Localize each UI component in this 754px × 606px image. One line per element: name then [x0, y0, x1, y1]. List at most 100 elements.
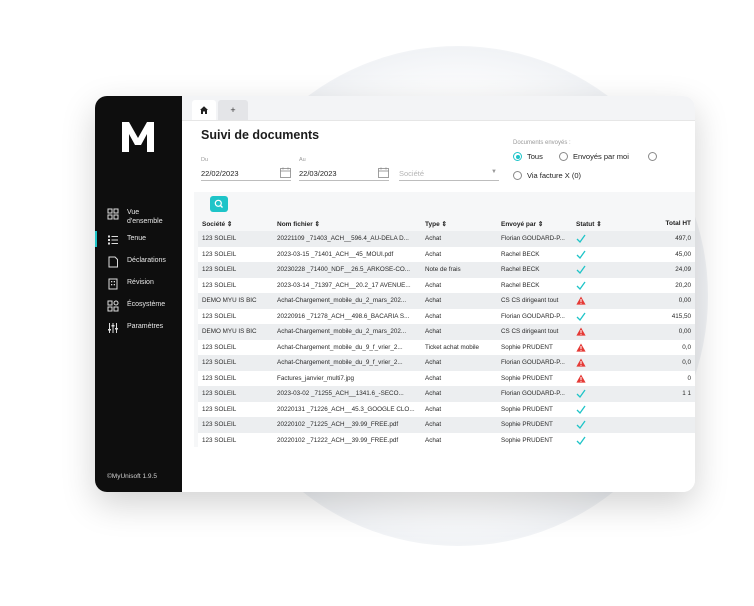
cell-envoye: Sophie PRUDENT	[497, 370, 572, 386]
cell-societe: 123 SOLEIL	[198, 386, 273, 402]
calendar-icon[interactable]	[378, 167, 389, 178]
cell-statut	[572, 262, 634, 278]
societe-placeholder: Société	[399, 168, 425, 178]
table-row[interactable]: DEMO MYU IS BIC Achat-Chargement_mobile_d…	[198, 324, 695, 340]
search-button[interactable]	[210, 196, 228, 212]
tab-home[interactable]	[192, 100, 216, 120]
cell-societe: 123 SOLEIL	[198, 370, 273, 386]
cell-fichier: 20220102 _71222_ACH__39.99_FREE.pdf	[273, 432, 421, 448]
cell-fichier: Factures_janvier_multi7.jpg	[273, 370, 421, 386]
table-row[interactable]: 123 SOLEIL 20220916 _71278_ACH__498.6_BAC…	[198, 308, 695, 324]
check-icon	[576, 234, 586, 244]
date-to-field[interactable]: 22/03/2023	[299, 166, 389, 181]
sidebar-item-ecosysteme[interactable]: Écosystème	[95, 300, 182, 312]
cell-type: Achat	[421, 308, 497, 324]
table-row[interactable]: DEMO MYU IS BIC Achat-Chargement_mobile_d…	[198, 293, 695, 309]
column-header-statut[interactable]: Statut ⇕	[572, 216, 634, 231]
cell-societe: 123 SOLEIL	[198, 262, 273, 278]
cell-statut	[572, 246, 634, 262]
sidebar-item-revision[interactable]: Révision	[95, 278, 182, 290]
cell-societe: 123 SOLEIL	[198, 339, 273, 355]
radio-extra[interactable]	[648, 152, 662, 161]
table-row[interactable]: 123 SOLEIL 20220131 _71226_ACH__45.3_GOOG…	[198, 401, 695, 417]
cell-fichier: 2023-03-02 _71255_ACH__1341.6_-SECO...	[273, 386, 421, 402]
cell-fichier: Achat-Chargement_mobile_du_2_mars_202...	[273, 324, 421, 340]
check-icon	[576, 250, 586, 259]
warning-icon	[576, 327, 586, 336]
cell-societe: 123 SOLEIL	[198, 355, 273, 371]
radio-sent-by-me[interactable]: Envoyés par moi	[559, 152, 629, 161]
table-row[interactable]: 123 SOLEIL Achat-Chargement_mobile_du_9_f…	[198, 339, 695, 355]
column-header-societe[interactable]: Société ⇕	[198, 216, 273, 231]
cell-type: Achat	[421, 355, 497, 371]
cell-total: 24,09	[634, 262, 695, 278]
table-row[interactable]: 123 SOLEIL 20221109 _71403_ACH__596.4_AU-…	[198, 231, 695, 247]
sidebar-item-label: Déclarations	[127, 257, 166, 264]
table-row[interactable]: 123 SOLEIL 20220102 _71222_ACH__39.99_FRE…	[198, 432, 695, 448]
cell-type: Achat	[421, 246, 497, 262]
column-header-envoye[interactable]: Envoyé par ⇕	[497, 216, 572, 231]
cell-envoye: Sophie PRUDENT	[497, 339, 572, 355]
table-row[interactable]: 123 SOLEIL 2023-03-14 _71397_ACH__20.2_17…	[198, 277, 695, 293]
add-tab-button[interactable]: +	[218, 100, 248, 120]
radio-facture-x[interactable]: Via facture X (0)	[513, 171, 581, 180]
societe-select[interactable]: Société ▼	[399, 166, 499, 181]
cell-total	[634, 432, 695, 448]
cell-total: 415,50	[634, 308, 695, 324]
column-header-type[interactable]: Type ⇕	[421, 216, 497, 231]
grid-icon	[107, 208, 119, 220]
column-header-total[interactable]: Total HT	[634, 216, 695, 231]
cell-envoye: Rachel BECK	[497, 246, 572, 262]
cell-type: Ticket achat mobile	[421, 339, 497, 355]
cell-type: Achat	[421, 370, 497, 386]
document-icon	[108, 256, 118, 268]
calendar-icon[interactable]	[280, 167, 291, 178]
cell-societe: 123 SOLEIL	[198, 246, 273, 262]
radio-sent-by-me-label: Envoyés par moi	[573, 152, 629, 161]
cell-type: Achat	[421, 401, 497, 417]
cell-statut	[572, 293, 634, 309]
check-icon	[576, 312, 586, 321]
sidebar-item-declarations[interactable]: Déclarations	[95, 256, 182, 268]
table-row[interactable]: 123 SOLEIL 2023-03-02 _71255_ACH__1341.6_…	[198, 386, 695, 402]
cell-societe: 123 SOLEIL	[198, 277, 273, 293]
cell-type: Achat	[421, 277, 497, 293]
radio-facture-x-label: Via facture X (0)	[527, 171, 582, 180]
cell-envoye: Florian GOUDARD-P...	[497, 231, 572, 247]
table-row[interactable]: 123 SOLEIL 20220102 _71225_ACH__39.99_FRE…	[198, 417, 695, 433]
table-row[interactable]: 123 SOLEIL 2023-03-15 _71401_ACH__45_MOUI…	[198, 246, 695, 262]
column-header-fichier[interactable]: Nom fichier ⇕	[273, 216, 421, 231]
cell-type: Note de frais	[421, 262, 497, 278]
table-row[interactable]: 123 SOLEIL Achat-Chargement_mobile_du_9_f…	[198, 355, 695, 371]
table-row[interactable]: 123 SOLEIL 20230228 _71400_NDF__26.5_ARKO…	[198, 262, 695, 278]
documents-sent-label: Documents envoyés :	[513, 140, 571, 146]
cell-fichier: 20230228 _71400_NDF__26.5_ARKOSE-CO...	[273, 262, 421, 278]
cell-societe: DEMO MYU IS BIC	[198, 293, 273, 309]
sidebar-item-parametres[interactable]: Paramètres	[95, 322, 182, 334]
radio-selected-icon	[513, 152, 522, 161]
app-window: Vue d'ensemble Tenue Déclarations Révisio…	[95, 96, 695, 492]
cell-type: Achat	[421, 231, 497, 247]
date-to-value: 22/03/2023	[299, 168, 337, 178]
cell-societe: 123 SOLEIL	[198, 231, 273, 247]
cell-statut	[572, 324, 634, 340]
cell-total: 0,0	[634, 355, 695, 371]
cell-fichier: 20221109 _71403_ACH__596.4_AU-DELA D...	[273, 231, 421, 247]
table-row[interactable]: 123 SOLEIL Factures_janvier_multi7.jpg Ach…	[198, 370, 695, 386]
cell-total: 0,0	[634, 339, 695, 355]
radio-unselected-icon	[648, 152, 657, 161]
radio-all[interactable]: Tous	[513, 152, 543, 161]
app-version: ©MyUnisoft 1.9.5	[107, 473, 157, 480]
cell-fichier: 20220102 _71225_ACH__39.99_FREE.pdf	[273, 417, 421, 433]
cell-fichier: 20220916 _71278_ACH__498.6_BACARIA S...	[273, 308, 421, 324]
sidebar-item-tenue[interactable]: Tenue	[95, 231, 182, 247]
check-icon	[576, 420, 586, 430]
date-from-field[interactable]: 22/02/2023	[201, 166, 291, 181]
warning-icon	[576, 358, 586, 367]
sidebar-item-vue-ensemble[interactable]: Vue d'ensemble	[95, 208, 182, 226]
cell-type: Achat	[421, 293, 497, 309]
warning-icon	[576, 374, 586, 383]
table-header-row: Société ⇕ Nom fichier ⇕ Type ⇕ Envoyé pa…	[198, 216, 695, 231]
cell-envoye: Florian GOUDARD-P...	[497, 386, 572, 402]
cell-total: 0	[634, 370, 695, 386]
